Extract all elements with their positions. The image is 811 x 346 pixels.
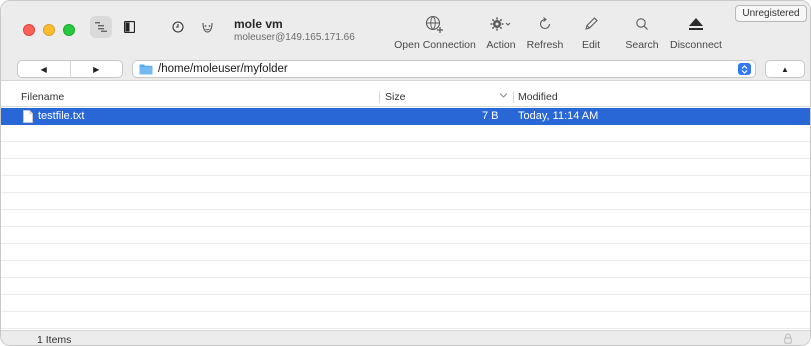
refresh-label: Refresh: [526, 39, 564, 51]
empty-row: [1, 125, 810, 142]
column-header-filename[interactable]: Filename: [21, 91, 64, 103]
empty-row: [1, 312, 810, 329]
app-window: mole vm moleuser@149.165.171.66 Open Con…: [0, 0, 811, 346]
empty-row: [1, 210, 810, 227]
connection-name: mole vm: [234, 17, 283, 31]
bonjour-toggle[interactable]: [196, 16, 218, 38]
close-window-button[interactable]: [23, 24, 35, 36]
bookmark-book-icon: [123, 21, 135, 33]
clock-icon: [172, 21, 184, 33]
empty-row: [1, 159, 810, 176]
edit-label: Edit: [581, 39, 601, 51]
edit-button[interactable]: Edit: [576, 13, 606, 51]
minimize-window-button[interactable]: [43, 24, 55, 36]
open-connection-button[interactable]: Open Connection: [394, 13, 476, 51]
refresh-button[interactable]: Refresh: [525, 13, 565, 51]
table-row[interactable]: testfile.txt 7 B Today, 11:14 AM: [1, 108, 810, 125]
pencil-icon: [585, 17, 598, 30]
column-header-size[interactable]: Size: [385, 91, 405, 103]
path-bar: ◀ ▶ /home/moleuser/myfolder ▲: [1, 57, 810, 81]
up-arrow-icon: ▲: [781, 64, 789, 74]
disconnect-label: Disconnect: [670, 39, 722, 51]
refresh-icon: [539, 17, 551, 30]
chevron-updown-icon: [741, 64, 748, 74]
file-list: testfile.txt 7 B Today, 11:14 AM: [1, 108, 810, 329]
folder-icon: [139, 64, 153, 74]
action-button[interactable]: Action: [483, 13, 519, 51]
back-button[interactable]: ◀: [18, 61, 71, 77]
bonjour-icon: [201, 22, 213, 33]
empty-row: [1, 193, 810, 210]
action-label: Action: [486, 39, 516, 51]
forward-arrow-icon: ▶: [93, 64, 100, 74]
outline-view-icon: [95, 22, 107, 32]
history-toggle[interactable]: [167, 16, 189, 38]
back-arrow-icon: ◀: [40, 64, 47, 74]
current-path: /home/moleuser/myfolder: [158, 63, 288, 75]
path-selector[interactable]: /home/moleuser/myfolder: [132, 60, 756, 78]
column-header-modified[interactable]: Modified: [518, 91, 558, 103]
forward-button[interactable]: ▶: [71, 61, 123, 77]
empty-row: [1, 176, 810, 193]
toolbar: mole vm moleuser@149.165.171.66 Open Con…: [1, 1, 810, 57]
globe-plus-icon: [425, 15, 443, 33]
search-button[interactable]: Search: [623, 13, 661, 51]
file-name: testfile.txt: [38, 110, 85, 122]
sort-chevron-icon[interactable]: [499, 92, 508, 99]
table-header: Filename Size Modified: [1, 87, 810, 107]
eject-icon: [689, 18, 703, 30]
status-bar: 1 Items: [1, 330, 810, 346]
empty-row: [1, 227, 810, 244]
item-count: 1 Items: [37, 334, 72, 346]
disconnect-button[interactable]: Disconnect: [667, 13, 725, 51]
open-connection-label: Open Connection: [394, 39, 476, 51]
parent-folder-button[interactable]: ▲: [765, 60, 805, 78]
path-dropdown-button[interactable]: [738, 63, 751, 75]
zoom-window-button[interactable]: [63, 24, 75, 36]
empty-row: [1, 261, 810, 278]
file-modified: Today, 11:14 AM: [518, 110, 599, 122]
bookmarks-toggle[interactable]: [118, 16, 140, 38]
navigation-segment: ◀ ▶: [17, 60, 123, 78]
column-divider[interactable]: [379, 91, 380, 103]
empty-row: [1, 278, 810, 295]
outline-view-toggle[interactable]: [90, 16, 112, 38]
unregistered-badge[interactable]: Unregistered: [735, 5, 807, 22]
file-size: 7 B: [482, 110, 499, 122]
search-icon: [636, 18, 648, 30]
search-label: Search: [625, 39, 659, 51]
column-divider[interactable]: [513, 91, 514, 103]
empty-row: [1, 142, 810, 159]
lock-icon: [784, 333, 792, 344]
connection-address: moleuser@149.165.171.66: [234, 32, 355, 43]
empty-row: [1, 295, 810, 312]
empty-row: [1, 244, 810, 261]
gear-dropdown-icon: [490, 17, 511, 31]
text-file-icon: [23, 110, 33, 123]
